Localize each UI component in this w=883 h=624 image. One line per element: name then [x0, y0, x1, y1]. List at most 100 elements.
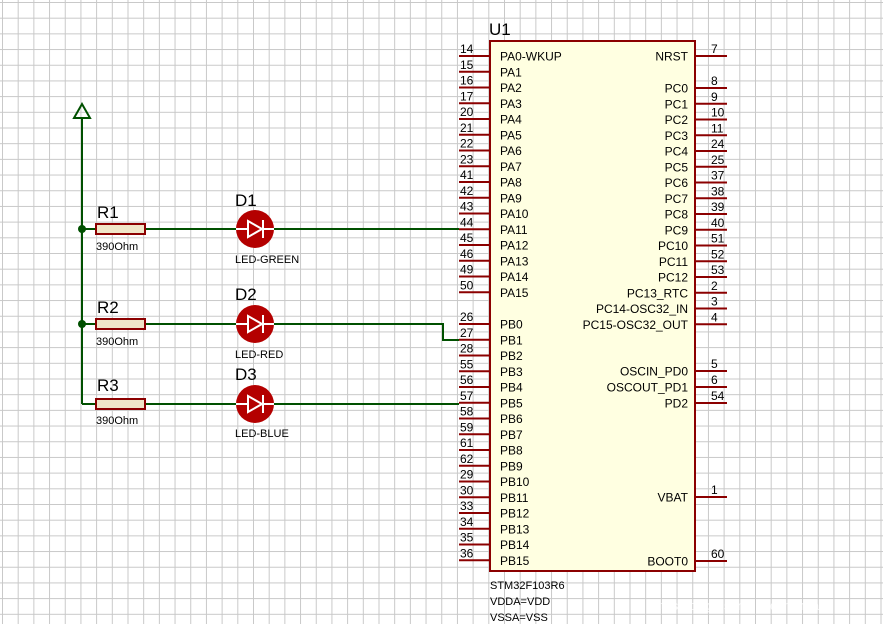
pin-number: 40: [711, 216, 725, 230]
pin-number: 39: [711, 200, 725, 214]
pin-label: PB6: [500, 412, 523, 426]
led-d3[interactable]: D3 LED-BLUE: [235, 365, 289, 440]
led-reference: D1: [235, 191, 257, 210]
pin-label: PA14: [500, 270, 529, 284]
pin-label: PC15-OSC32_OUT: [583, 318, 689, 332]
pin-label: PA12: [500, 239, 529, 253]
resistor-body: [95, 223, 146, 235]
resistor-r3[interactable]: R3 390Ohm: [95, 376, 146, 427]
pin-number: 55: [460, 357, 474, 371]
pin-number: 1: [711, 483, 718, 497]
pin-number: 14: [460, 42, 474, 56]
pin-label: PC10: [658, 239, 688, 253]
pin-number: 50: [460, 278, 474, 292]
led-type: LED-GREEN: [235, 254, 299, 266]
pin-number: 49: [460, 263, 474, 277]
pin-number: 3: [711, 295, 718, 309]
pin-number: 24: [711, 137, 725, 151]
microcontroller-u1[interactable]: U1 14PA0-WKUP15PA116PA217PA320PA421PA522…: [459, 20, 727, 624]
pin-number: 61: [460, 436, 474, 450]
pin-number: 57: [460, 389, 474, 403]
resistor-value: 390Ohm: [96, 415, 138, 427]
pin-label: PC8: [665, 208, 689, 222]
resistor-reference: R3: [97, 376, 119, 395]
pin-label: PC12: [658, 271, 688, 285]
pin-number: 5: [711, 357, 718, 371]
junction-dot: [78, 320, 86, 328]
pin-label: PA7: [500, 160, 522, 174]
pin-label: PB14: [500, 538, 530, 552]
pin-number: 4: [711, 310, 718, 324]
pin-number: 34: [460, 515, 474, 529]
pin-label: PC3: [665, 129, 689, 143]
pin-label: PB5: [500, 396, 523, 410]
pin-label: PA6: [500, 144, 522, 158]
resistor-r1[interactable]: R1 390Ohm: [95, 203, 146, 253]
pin-label: PB8: [500, 444, 523, 458]
pin-number: 51: [711, 232, 725, 246]
pin-number: 53: [711, 263, 725, 277]
pin-label: PC2: [665, 113, 689, 127]
chip-reference: U1: [489, 20, 511, 39]
pin-label: PB11: [500, 491, 529, 505]
pin-label: PB13: [500, 522, 530, 536]
pin-label: OSCOUT_PD1: [607, 381, 689, 395]
resistor-value: 390Ohm: [96, 336, 138, 348]
pin-number: 8: [711, 74, 718, 88]
pin-label: PD2: [665, 397, 689, 411]
resistor-value: 390Ohm: [96, 241, 138, 253]
pin-label: PA2: [500, 81, 522, 95]
pin-number: 29: [460, 468, 474, 482]
pin-label: PA1: [500, 65, 522, 79]
pin-number: 37: [711, 169, 725, 183]
pin-label: PB9: [500, 459, 523, 473]
led-type: LED-RED: [235, 349, 283, 361]
resistor-reference: R2: [97, 298, 119, 317]
pin-number: 30: [460, 483, 474, 497]
pin-label: PA9: [500, 191, 522, 205]
pin-label: PB2: [500, 349, 523, 363]
pin-number: 43: [460, 200, 474, 214]
pin-number: 58: [460, 405, 474, 419]
pin-number: 28: [460, 342, 474, 356]
pin-label: BOOT0: [647, 555, 688, 569]
pin-number: 33: [460, 499, 474, 513]
pin-number: 41: [460, 168, 474, 182]
pin-label: NRST: [655, 50, 688, 64]
pin-label: PC4: [665, 145, 689, 159]
pin-number: 54: [711, 389, 725, 403]
pin-number: 38: [711, 184, 725, 198]
pin-label: PB4: [500, 381, 523, 395]
pin-label: OSCIN_PD0: [620, 365, 688, 379]
pin-number: 27: [460, 326, 474, 340]
pin-number: 62: [460, 452, 474, 466]
power-terminal[interactable]: [72, 101, 92, 119]
pin-label: PC5: [665, 160, 689, 174]
resistor-r2[interactable]: R2 390Ohm: [95, 298, 146, 348]
pin-label: PA13: [500, 254, 529, 268]
pin-number: 17: [460, 89, 474, 103]
pin-label: PC0: [665, 82, 689, 96]
pin-label: PA8: [500, 176, 522, 190]
pin-number: 46: [460, 247, 474, 261]
pin-label: PB7: [500, 428, 523, 442]
pin-number: 23: [460, 152, 474, 166]
pin-label: PC7: [665, 192, 689, 206]
watermark: https://blog.csdn.net/dyhchuan1: [650, 598, 834, 613]
pin-label: VBAT: [658, 491, 689, 505]
pin-number: 56: [460, 373, 474, 387]
pin-label: PA15: [500, 286, 529, 300]
chip-part-number: STM32F103R6: [490, 580, 565, 592]
resistor-body: [95, 398, 146, 410]
pin-label: PA5: [500, 128, 522, 142]
pin-label: PB0: [500, 318, 523, 332]
pin-label: PA10: [500, 207, 529, 221]
pin-number: 10: [711, 106, 725, 120]
pin-label: PC9: [665, 223, 689, 237]
pin-label: PB1: [500, 333, 523, 347]
pin-number: 20: [460, 105, 474, 119]
pin-number: 59: [460, 420, 474, 434]
pin-label: PA11: [500, 223, 528, 237]
pin-number: 36: [460, 546, 474, 560]
pin-number: 7: [711, 42, 718, 56]
